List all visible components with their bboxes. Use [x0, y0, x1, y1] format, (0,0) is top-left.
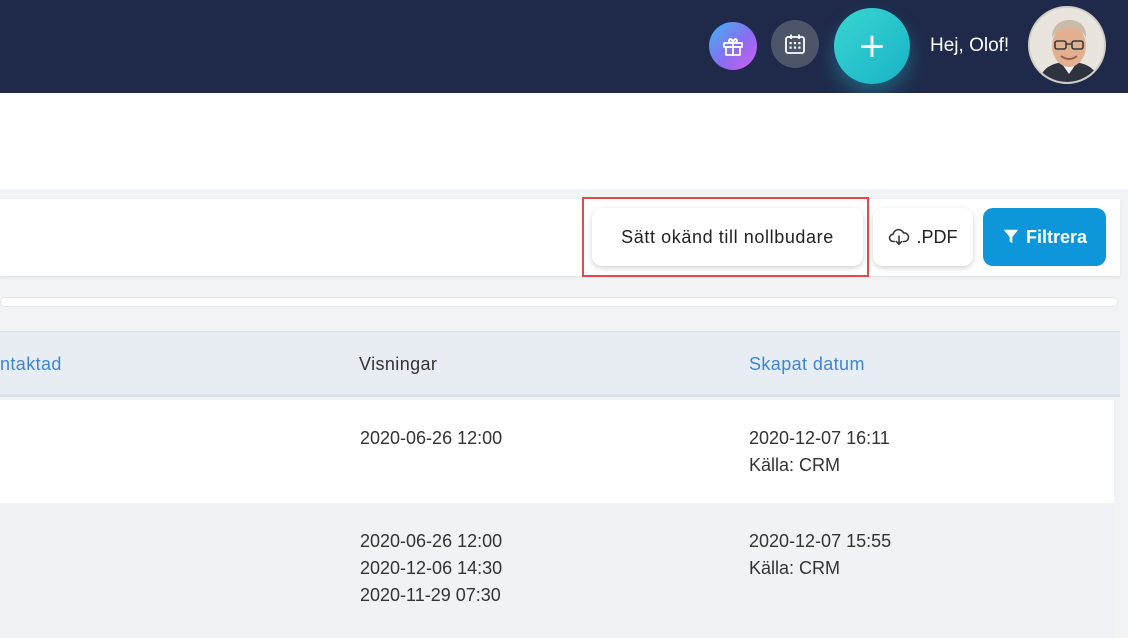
- highlight-box: [582, 197, 869, 277]
- pdf-label: .PDF: [916, 226, 958, 247]
- viewing-time: 2020-12-06 14:30: [360, 558, 503, 578]
- viewings-cell: 2020-06-26 12:00: [360, 425, 502, 452]
- plus-icon: +: [857, 26, 887, 66]
- viewing-time: 2020-11-29 07:30: [360, 585, 501, 605]
- viewings-cell: 2020-06-26 12:00 2020-12-06 14:30 2020-1…: [360, 528, 502, 609]
- filter-icon: [1003, 229, 1019, 244]
- table-row[interactable]: 2020-06-26 12:00 2020-12-06 14:30 2020-1…: [0, 503, 1114, 638]
- gift-button[interactable]: [709, 22, 757, 70]
- filter-label: Filtrera: [1025, 226, 1088, 247]
- source: Källa: CRM: [749, 455, 841, 475]
- created-date-cell: 2020-12-07 15:55 Källa: CRM: [749, 528, 891, 582]
- gift-icon: [723, 38, 743, 56]
- created-date: 2020-12-07 16:11: [749, 428, 890, 448]
- pdf-download-button[interactable]: .PDF: [873, 208, 973, 266]
- calendar-icon: [785, 34, 805, 54]
- calendar-button[interactable]: [771, 20, 819, 68]
- avatar[interactable]: [1028, 6, 1106, 84]
- column-header-viewings: Visningar: [359, 354, 438, 374]
- table-row[interactable]: 2020-06-26 12:00 2020-12-07 16:11 Källa:…: [0, 400, 1114, 503]
- viewing-time: 2020-06-26 12:00: [360, 531, 503, 551]
- cloud-download-icon: [889, 228, 910, 245]
- viewing-time: 2020-06-26 12:00: [360, 428, 503, 448]
- page-header-area: [0, 93, 1128, 189]
- source: Källa: CRM: [749, 558, 841, 578]
- filter-button[interactable]: Filtrera: [983, 208, 1106, 266]
- user-greeting: Hej, Olof!: [930, 35, 1010, 56]
- horizontal-scrollbar[interactable]: [0, 297, 1118, 307]
- column-header-contacted[interactable]: ntaktad: [0, 354, 62, 375]
- created-date-cell: 2020-12-07 16:11 Källa: CRM: [749, 425, 890, 479]
- add-button[interactable]: +: [834, 8, 910, 84]
- created-date: 2020-12-07 15:55: [749, 531, 892, 551]
- table-header: ntaktad Visningar Skapat datum: [0, 331, 1120, 397]
- column-header-created-date[interactable]: Skapat datum: [749, 354, 865, 375]
